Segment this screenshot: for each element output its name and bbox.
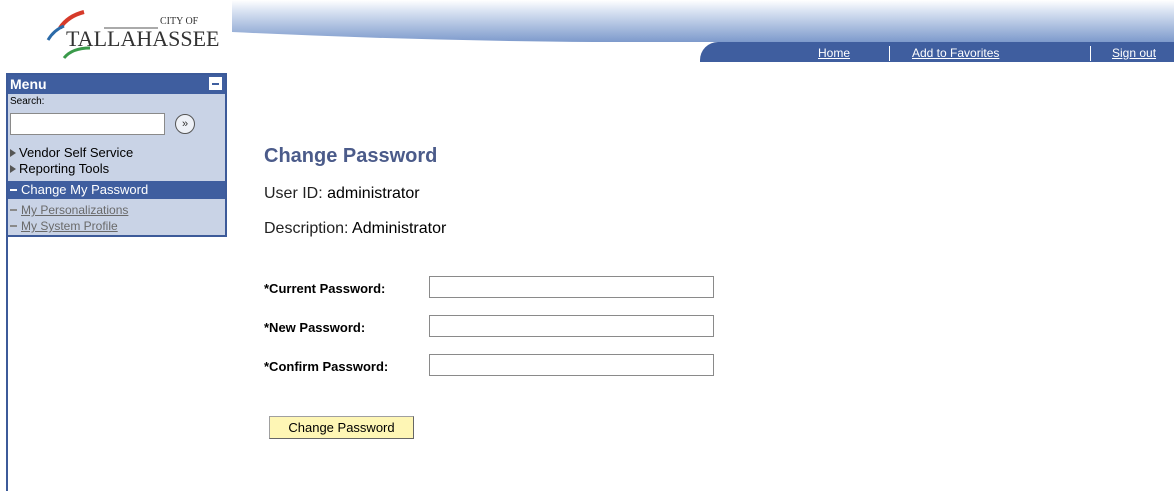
dash-icon xyxy=(10,189,17,191)
menu-title: Menu xyxy=(10,76,47,92)
change-password-button[interactable]: Change Password xyxy=(269,416,414,439)
description-label: Description: xyxy=(264,220,349,237)
collapse-icon[interactable] xyxy=(209,77,222,90)
menu-search-input[interactable] xyxy=(10,113,165,135)
header-curve xyxy=(232,32,732,44)
menu-item-label: My Personalizations xyxy=(21,203,129,217)
user-id-row: User ID: administrator xyxy=(264,185,420,203)
description-row: Description: Administrator xyxy=(264,220,446,238)
user-id-value: administrator xyxy=(327,185,420,202)
confirm-password-field[interactable] xyxy=(429,354,714,376)
menu-item-my-personalizations[interactable]: My Personalizations xyxy=(8,202,225,218)
description-value: Administrator xyxy=(352,220,447,237)
page-frame-border xyxy=(6,236,8,491)
new-password-field[interactable] xyxy=(429,315,714,337)
current-password-field[interactable] xyxy=(429,276,714,298)
nav-separator xyxy=(1090,46,1091,61)
menu-item-label: My System Profile xyxy=(21,219,118,233)
menu-item-label: Reporting Tools xyxy=(19,161,110,176)
confirm-password-label: *Confirm Password: xyxy=(264,359,389,374)
new-password-label: *New Password: xyxy=(264,320,366,335)
menu-item-label: Change My Password xyxy=(21,182,149,197)
user-id-label: User ID: xyxy=(264,185,323,202)
menu-item-label: Vendor Self Service xyxy=(19,145,134,160)
page-title: Change Password xyxy=(264,145,438,167)
nav-home-link[interactable]: Home xyxy=(818,46,850,60)
page-header: CITY OF TALLAHASSEE Home Add to Favorite… xyxy=(0,0,1174,68)
menu-item-my-system-profile[interactable]: My System Profile xyxy=(8,218,225,234)
dash-icon xyxy=(10,209,17,211)
menu-header: Menu xyxy=(8,75,225,94)
menu-item-change-my-password[interactable]: Change My Password xyxy=(8,181,225,199)
nav-links: Home Add to Favorites Sign out xyxy=(0,46,1174,62)
nav-separator xyxy=(889,46,890,61)
menu-panel: Menu Search: » Vendor Self Service Repor… xyxy=(6,73,227,237)
expand-triangle-icon xyxy=(10,149,16,157)
menu-item-vendor-self-service[interactable]: Vendor Self Service xyxy=(8,145,225,161)
current-password-label: *Current Password: xyxy=(264,281,386,296)
search-go-icon[interactable]: » xyxy=(175,114,195,134)
search-label: Search: xyxy=(10,96,45,107)
nav-sign-out-link[interactable]: Sign out xyxy=(1112,46,1156,60)
expand-triangle-icon xyxy=(10,165,16,173)
menu-item-reporting-tools[interactable]: Reporting Tools xyxy=(8,161,225,177)
nav-add-to-favorites-link[interactable]: Add to Favorites xyxy=(912,46,999,60)
dash-icon xyxy=(10,225,17,227)
